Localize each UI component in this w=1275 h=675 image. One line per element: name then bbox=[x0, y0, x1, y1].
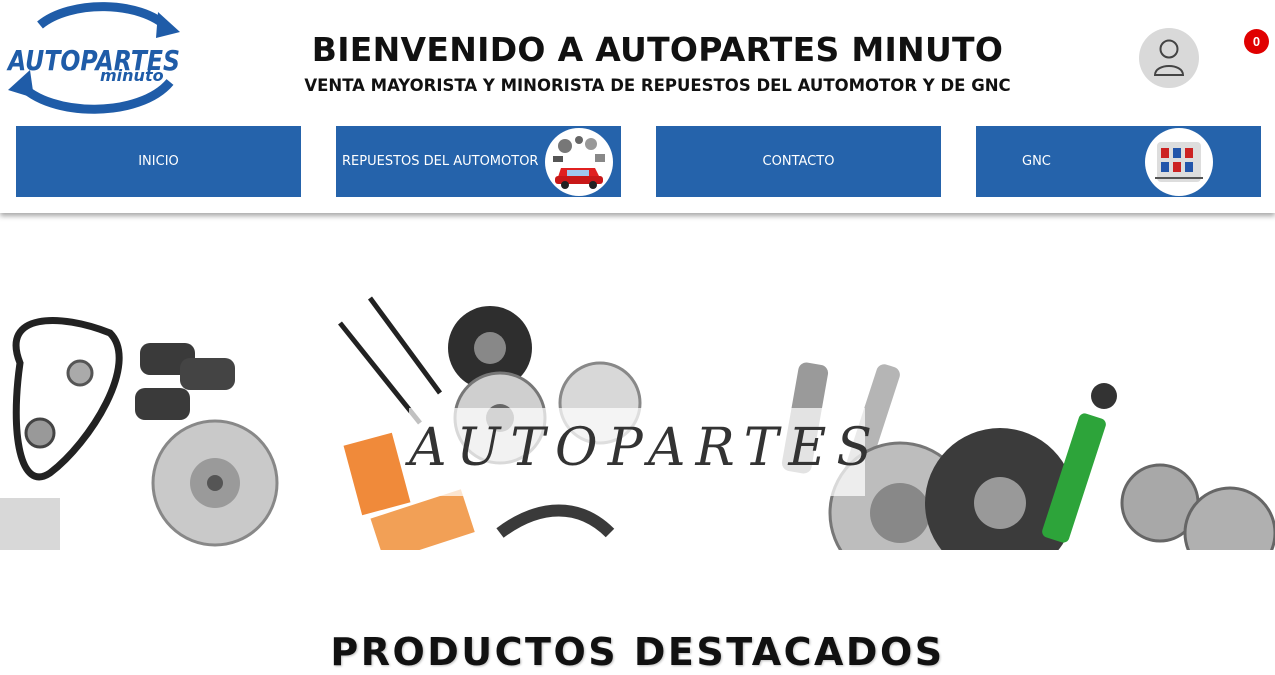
auto-parts-banner-image bbox=[0, 213, 1275, 550]
site-header: AUTOPARTES minuto BIENVENIDO A AUTOPARTE… bbox=[0, 0, 1275, 213]
account-button[interactable] bbox=[1139, 28, 1199, 88]
nav-contacto[interactable]: CONTACTO bbox=[656, 126, 941, 197]
nav-gnc[interactable]: GNC bbox=[976, 126, 1261, 197]
nav-inicio[interactable]: INICIO bbox=[16, 126, 301, 197]
car-parts-thumbnail bbox=[545, 128, 613, 196]
nav-repuestos-del-automotor[interactable]: REPUESTOS DEL AUTOMOTOR bbox=[336, 126, 621, 197]
hero-banner: AUTOPARTES bbox=[0, 213, 1275, 550]
user-icon bbox=[1153, 39, 1185, 76]
cart-button[interactable]: 0 bbox=[1235, 20, 1275, 70]
page-title: BIENVENIDO A AUTOPARTES MINUTO bbox=[311, 30, 1004, 69]
featured-products-title: PRODUCTOS DESTACADOS bbox=[330, 630, 945, 674]
gnc-kit-thumbnail bbox=[1145, 128, 1213, 196]
nav-inicio-label: INICIO bbox=[138, 154, 179, 169]
nav-contacto-label: CONTACTO bbox=[762, 154, 835, 169]
page-subtitle: VENTA MAYORISTA Y MINORISTA DE REPUESTOS… bbox=[304, 76, 1011, 95]
nav-gnc-label: GNC bbox=[1022, 154, 1051, 169]
cart-count-badge: 0 bbox=[1244, 29, 1269, 54]
logo-text-bottom: minuto bbox=[100, 66, 164, 85]
banner-title: AUTOPARTES bbox=[409, 418, 882, 478]
nav-repuestos-label: REPUESTOS DEL AUTOMOTOR bbox=[342, 154, 539, 169]
autopartes-minuto-logo[interactable]: AUTOPARTES minuto bbox=[0, 0, 188, 120]
